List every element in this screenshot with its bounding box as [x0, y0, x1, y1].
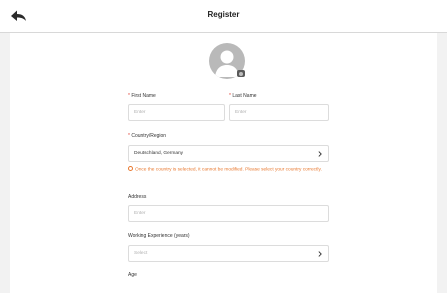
camera-icon[interactable] — [237, 70, 245, 77]
header-bar: Register — [0, 0, 447, 33]
country-value: Deutschland, Germany — [134, 151, 184, 156]
first-name-input[interactable]: Enter — [128, 104, 225, 121]
info-circle-icon — [128, 166, 133, 171]
country-label: * Country/Region — [128, 133, 167, 139]
chevron-right-icon — [318, 251, 322, 257]
chevron-right-icon — [318, 151, 322, 157]
working-experience-placeholder: Select — [134, 251, 148, 256]
last-name-input[interactable]: Enter — [229, 104, 329, 121]
working-experience-label: Working Experience (years) — [128, 233, 190, 239]
country-warning: Once the country is selected, it cannot … — [128, 166, 333, 174]
address-input[interactable]: Enter — [128, 205, 329, 222]
first-name-label: * First Name — [128, 93, 156, 99]
page-title: Register — [207, 10, 240, 19]
last-name-label: * Last Name — [229, 93, 257, 99]
country-select[interactable]: Deutschland, Germany — [128, 145, 329, 162]
address-label: Address — [128, 194, 147, 200]
age-label: Age — [128, 272, 137, 278]
working-experience-select[interactable]: Select — [128, 245, 329, 262]
